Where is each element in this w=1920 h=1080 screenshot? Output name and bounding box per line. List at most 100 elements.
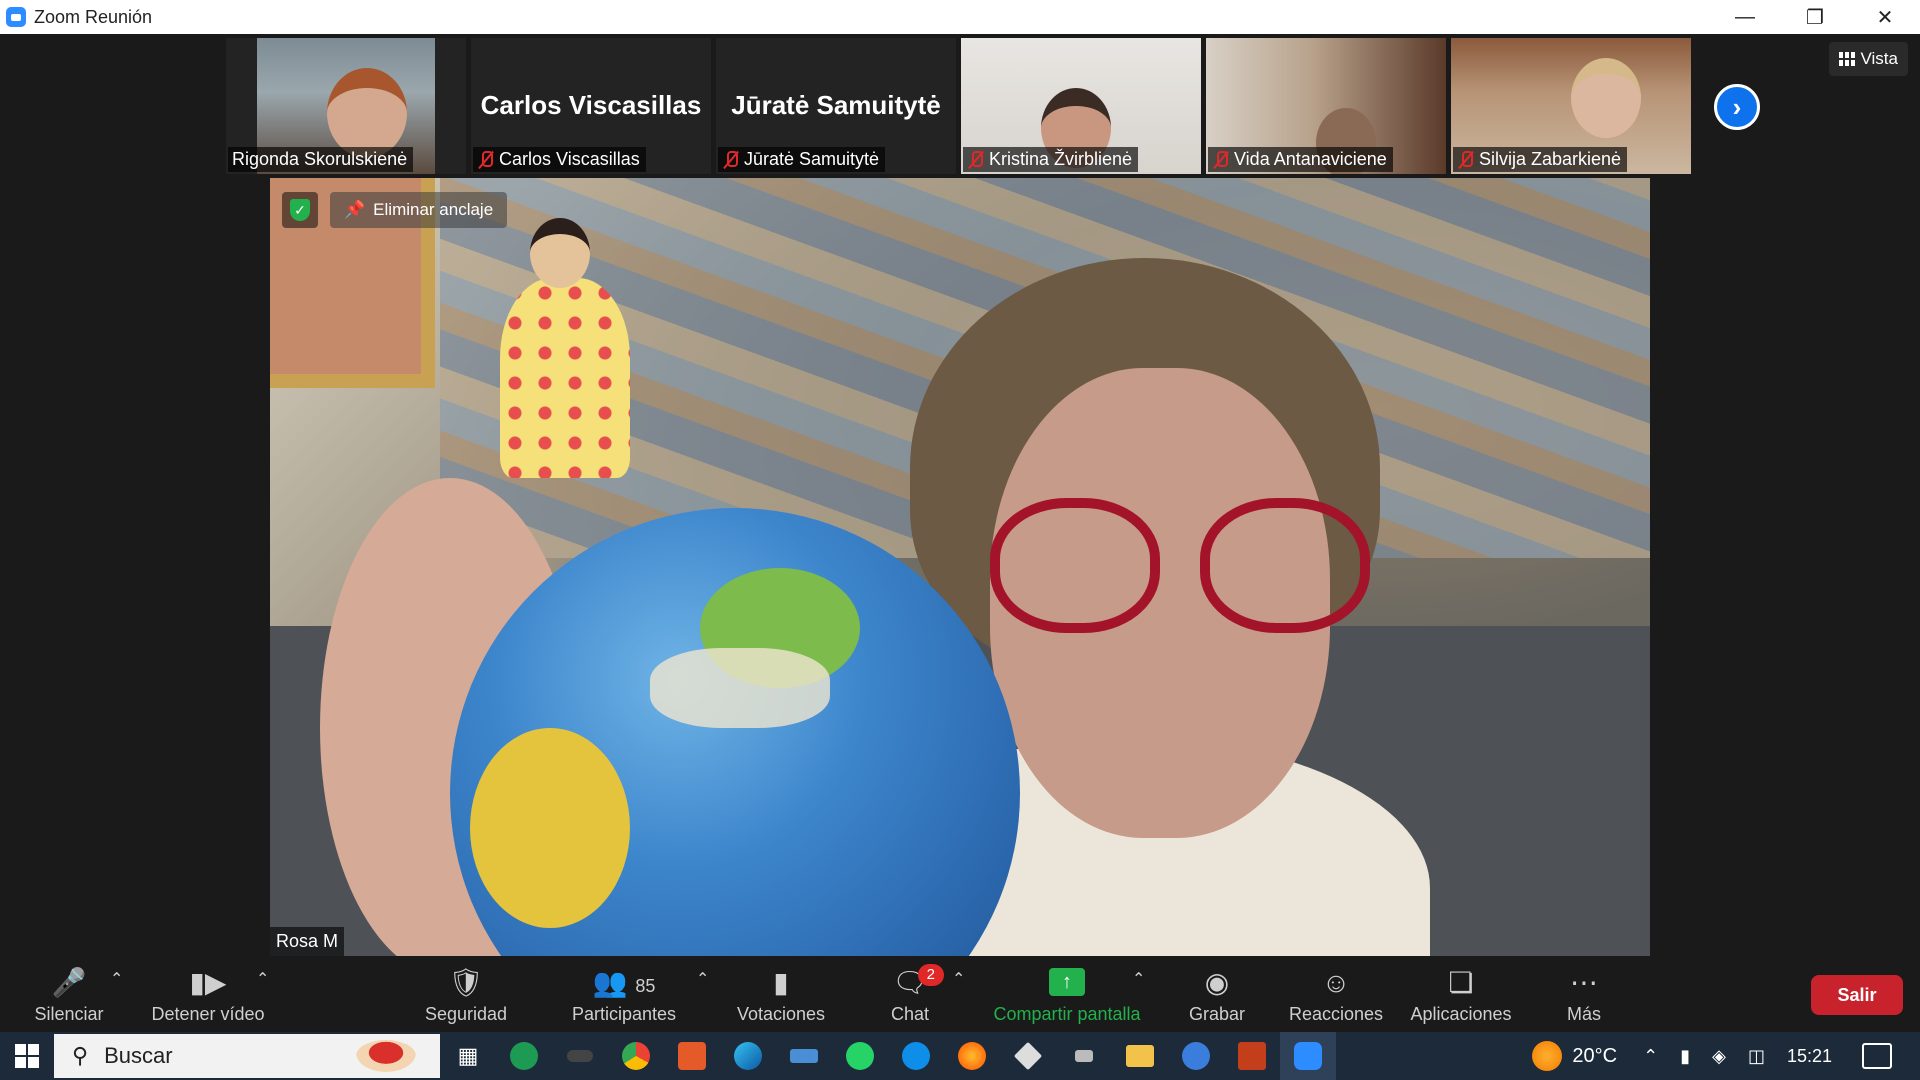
- mic-muted-icon: [1457, 150, 1475, 170]
- search-highlight-image: [356, 1040, 416, 1072]
- record-button[interactable]: ◉ Grabar: [1186, 965, 1248, 1025]
- powerpoint-icon[interactable]: [1224, 1032, 1280, 1080]
- stop-video-button[interactable]: ▮▶ Detener vídeo: [148, 965, 268, 1025]
- app-icon-orange[interactable]: [664, 1032, 720, 1080]
- participant-name: Silvija Zabarkienė: [1453, 147, 1628, 172]
- chevron-up-icon[interactable]: ⌃: [1643, 1046, 1658, 1067]
- chrome-icon[interactable]: [608, 1032, 664, 1080]
- file-explorer-icon[interactable]: [1112, 1032, 1168, 1080]
- windows-taskbar: ⚲ Buscar ▦ 20°C ⌃ ▮ ◈ ◫ 15:21: [0, 1032, 1920, 1080]
- window-controls: — ❐ ✕: [1710, 0, 1920, 34]
- participant-face: [327, 68, 407, 158]
- battery-icon[interactable]: ▮: [1680, 1046, 1690, 1067]
- participants-count: 85: [635, 976, 656, 996]
- participants-button[interactable]: 👥 85 Participantes: [568, 965, 680, 1025]
- mute-button[interactable]: 🎤 Silenciar: [32, 965, 106, 1025]
- edge-icon[interactable]: [720, 1032, 776, 1080]
- participants-options-caret[interactable]: ⌃: [696, 969, 709, 989]
- title-bar: Zoom Reunión — ❐ ✕: [0, 0, 1920, 34]
- meeting-area: Rigonda Skorulskienė Carlos Viscasillas …: [0, 34, 1920, 959]
- participant-name: Jūratė Samuitytė: [718, 147, 886, 172]
- participant-name: Carlos Viscasillas: [473, 147, 646, 172]
- teamviewer-icon[interactable]: [888, 1032, 944, 1080]
- share-options-caret[interactable]: ⌃: [1132, 969, 1145, 989]
- app-icon-green[interactable]: [496, 1032, 552, 1080]
- system-tray: 20°C ⌃ ▮ ◈ ◫ 15:21: [1532, 1032, 1920, 1080]
- weather-icon[interactable]: [1532, 1041, 1563, 1071]
- weather-temperature[interactable]: 20°C: [1572, 1045, 1617, 1068]
- search-icon: ⚲: [72, 1043, 89, 1068]
- next-page-button[interactable]: ›: [1714, 84, 1760, 130]
- security-button[interactable]: 🛡 Seguridad: [422, 965, 510, 1025]
- participant-tile[interactable]: Vida Antanaviciene: [1206, 38, 1446, 174]
- participant-tile[interactable]: Silvija Zabarkienė: [1451, 38, 1691, 174]
- audio-options-caret[interactable]: ⌃: [110, 969, 123, 989]
- microphone-icon: 🎤: [51, 967, 87, 998]
- meeting-toolbar: 🎤 Silenciar ⌃ ▮▶ Detener vídeo ⌃ 🛡 Segur…: [0, 959, 1920, 1032]
- encryption-shield-icon[interactable]: ✓: [282, 192, 318, 228]
- doll: [480, 218, 640, 478]
- video-camera-icon: ▮▶: [189, 967, 227, 998]
- taskbar-search[interactable]: ⚲ Buscar: [54, 1034, 440, 1078]
- network-icon[interactable]: ◈: [1712, 1046, 1726, 1067]
- zoom-taskbar-icon[interactable]: [1280, 1032, 1336, 1080]
- chat-icon: 🗨 2: [892, 964, 944, 1000]
- participant-name: Vida Antanaviciene: [1208, 147, 1393, 172]
- polls-button[interactable]: ▮ Votaciones: [734, 965, 828, 1025]
- view-button[interactable]: Vista: [1828, 42, 1908, 76]
- speaker-video[interactable]: ✓ 📌 Eliminar anclaje Rosa M: [270, 178, 1650, 956]
- app-icon-cloud[interactable]: [1168, 1032, 1224, 1080]
- chat-options-caret[interactable]: ⌃: [952, 969, 965, 989]
- more-button[interactable]: ⋯ Más: [1564, 965, 1604, 1025]
- chat-badge: 2: [917, 964, 944, 986]
- speaker-icon[interactable]: ◫: [1748, 1046, 1765, 1067]
- video-options-caret[interactable]: ⌃: [256, 969, 269, 989]
- task-view-icon[interactable]: ▦: [440, 1032, 496, 1080]
- participant-face: [1571, 58, 1641, 138]
- ellipsis-icon: ⋯: [1570, 967, 1598, 998]
- participant-tile[interactable]: Rigonda Skorulskienė: [226, 38, 466, 174]
- apps-button[interactable]: ❏ Aplicaciones: [1408, 965, 1514, 1025]
- grid-icon: [1838, 52, 1855, 66]
- windows-start-button[interactable]: [0, 1032, 54, 1080]
- bar-chart-icon: ▮: [773, 967, 789, 998]
- app-icon-dark[interactable]: [552, 1032, 608, 1080]
- app-icon-small[interactable]: [1056, 1032, 1112, 1080]
- app-icon-diamond[interactable]: [1000, 1032, 1056, 1080]
- participant-tile[interactable]: Kristina Žvirblienė: [961, 38, 1201, 174]
- record-icon: ◉: [1204, 967, 1230, 998]
- share-arrow-icon: ↑: [1049, 968, 1085, 996]
- participant-display-name: Carlos Viscasillas: [480, 90, 702, 120]
- participant-name: Kristina Žvirblienė: [963, 147, 1139, 172]
- leave-button[interactable]: Salir: [1811, 975, 1903, 1015]
- speaker-name: Rosa M: [270, 927, 345, 956]
- participant-tile[interactable]: Jūratė Samuitytė Jūratė Samuitytė: [716, 38, 956, 174]
- smiley-icon: ☺: [1321, 967, 1351, 998]
- mic-muted-icon: [477, 150, 495, 170]
- restore-button[interactable]: ❐: [1780, 0, 1850, 34]
- close-button[interactable]: ✕: [1850, 0, 1920, 34]
- unpin-label: Eliminar anclaje: [373, 200, 494, 219]
- share-screen-button[interactable]: ↑ Compartir pantalla: [988, 965, 1146, 1025]
- shield-icon: 🛡: [448, 967, 484, 998]
- zoom-app-icon: [6, 7, 26, 27]
- mic-muted-icon: [967, 150, 985, 170]
- pin-icon: 📌: [344, 200, 366, 219]
- reactions-button[interactable]: ☺ Reacciones: [1289, 965, 1383, 1025]
- participant-tile[interactable]: Carlos Viscasillas Carlos Viscasillas: [471, 38, 711, 174]
- view-label: Vista: [1860, 49, 1899, 68]
- chevron-right-icon: ›: [1732, 91, 1742, 122]
- minimize-button[interactable]: —: [1710, 0, 1780, 34]
- apps-icon: ❏: [1448, 967, 1474, 998]
- notification-icon[interactable]: [1862, 1043, 1892, 1069]
- participant-name: Rigonda Skorulskienė: [228, 147, 414, 172]
- chat-button[interactable]: 🗨 2 Chat: [886, 964, 944, 1025]
- firefox-icon[interactable]: [944, 1032, 1000, 1080]
- app-icon-blue[interactable]: [776, 1032, 832, 1080]
- clock[interactable]: 15:21: [1787, 1046, 1832, 1067]
- whatsapp-icon[interactable]: [832, 1032, 888, 1080]
- window-title: Zoom Reunión: [34, 6, 153, 27]
- mic-muted-icon: [1212, 150, 1230, 170]
- unpin-button[interactable]: 📌 Eliminar anclaje: [330, 192, 508, 228]
- participant-display-name: Jūratė Samuitytė: [731, 90, 941, 120]
